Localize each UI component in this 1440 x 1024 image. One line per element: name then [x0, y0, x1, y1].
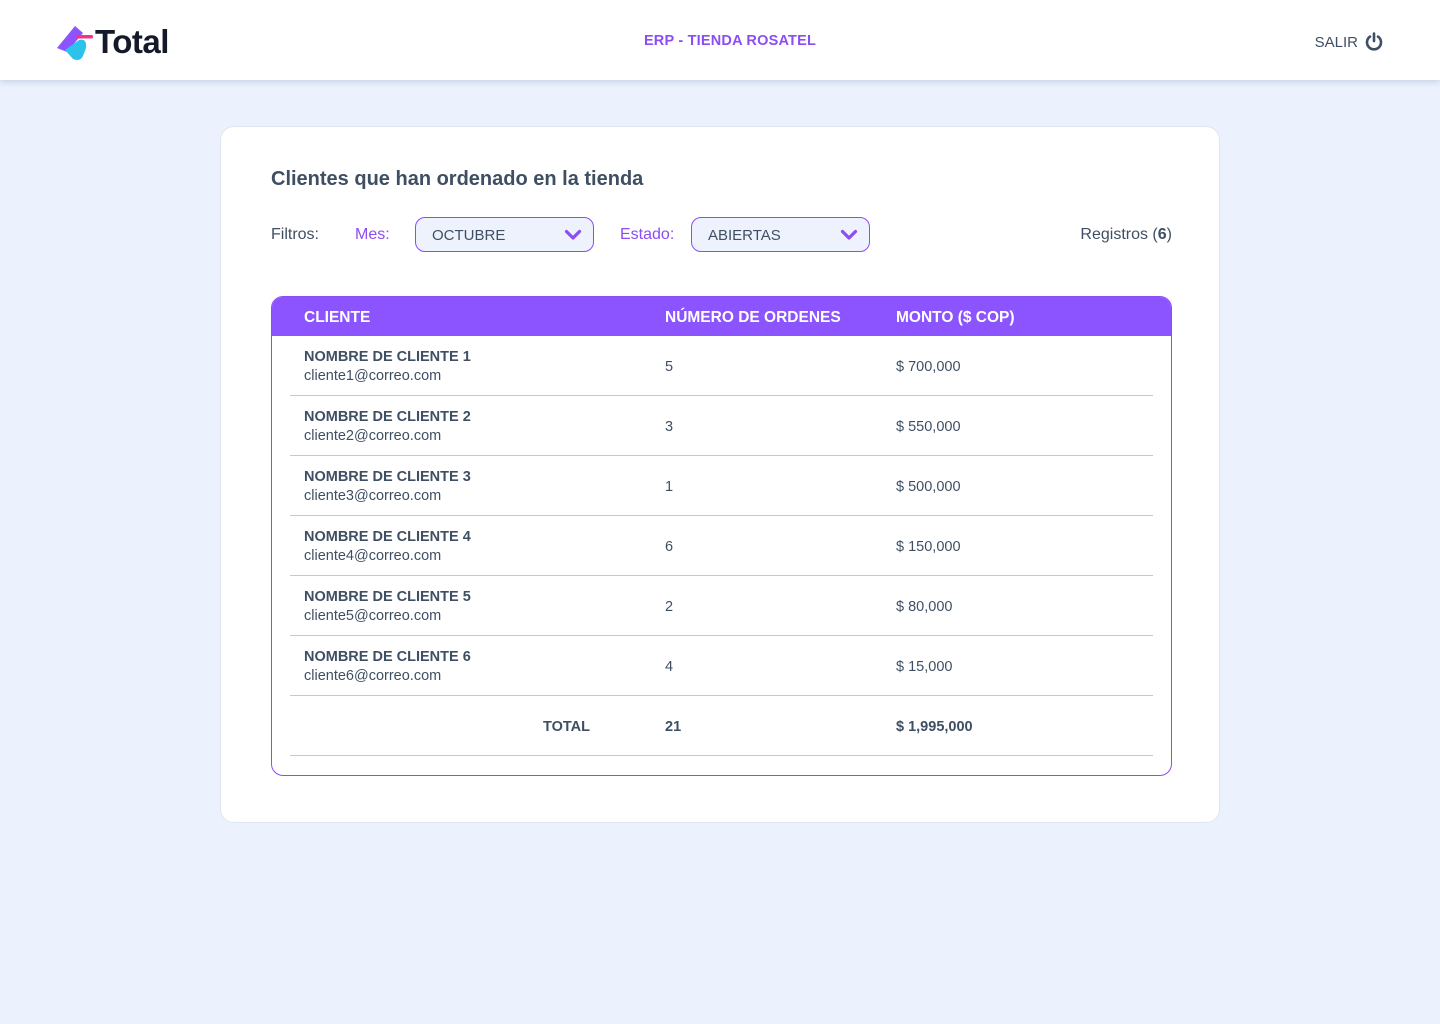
table-row[interactable]: NOMBRE DE CLIENTE 1 cliente1@correo.com …: [290, 336, 1153, 396]
app-title: ERP - TIENDA ROSATEL: [643, 33, 817, 49]
client-email: cliente1@correo.com: [304, 368, 442, 384]
table-row[interactable]: NOMBRE DE CLIENTE 4 cliente4@correo.com …: [290, 516, 1153, 576]
records-label-prefix: Registros (: [1080, 226, 1158, 243]
records-count: Registros (6): [1080, 226, 1172, 244]
client-name: NOMBRE DE CLIENTE 2: [304, 409, 471, 425]
client-email: cliente2@correo.com: [304, 428, 442, 444]
logout-button[interactable]: SALIR: [1315, 32, 1384, 52]
month-select-value: OCTUBRE: [432, 227, 506, 244]
order-amount: $ 500,000: [896, 479, 961, 495]
table-header: CLIENTE NÚMERO DE ORDENES MONTO ($ COP): [272, 297, 1171, 336]
order-amount: $ 15,000: [896, 659, 953, 675]
table-row[interactable]: NOMBRE DE CLIENTE 2 cliente2@correo.com …: [290, 396, 1153, 456]
table-row[interactable]: NOMBRE DE CLIENTE 3 cliente3@correo.com …: [290, 456, 1153, 516]
client-email: cliente5@correo.com: [304, 608, 442, 624]
total-row: TOTAL 21 $ 1,995,000: [290, 696, 1153, 756]
client-name: NOMBRE DE CLIENTE 5: [304, 589, 471, 605]
table-row[interactable]: NOMBRE DE CLIENTE 5 cliente5@correo.com …: [290, 576, 1153, 636]
client-email: cliente3@correo.com: [304, 488, 442, 504]
filters-label: Filtros:: [271, 226, 319, 243]
order-count: 4: [665, 659, 674, 675]
table-row[interactable]: NOMBRE DE CLIENTE 6 cliente6@correo.com …: [290, 636, 1153, 696]
order-amount: $ 550,000: [896, 419, 961, 435]
client-email: cliente6@correo.com: [304, 668, 442, 684]
page-title: Clientes que han ordenado en la tienda: [271, 168, 644, 190]
client-email: cliente4@correo.com: [304, 548, 442, 564]
client-name: NOMBRE DE CLIENTE 1: [304, 349, 471, 365]
total-amount: $ 1,995,000: [896, 719, 973, 735]
power-icon: [1365, 32, 1383, 51]
order-count: 5: [665, 359, 674, 375]
column-header-amount: MONTO ($ COP): [896, 309, 1015, 326]
client-name: NOMBRE DE CLIENTE 3: [304, 469, 471, 485]
month-select[interactable]: OCTUBRE: [415, 217, 594, 252]
status-select[interactable]: ABIERTAS: [691, 217, 870, 252]
status-select-value: ABIERTAS: [708, 227, 781, 244]
order-count: 6: [665, 539, 674, 555]
clients-card: Clientes que han ordenado en la tienda F…: [220, 126, 1220, 823]
column-header-orders: NÚMERO DE ORDENES: [665, 309, 841, 326]
order-count: 1: [665, 479, 674, 495]
order-amount: $ 700,000: [896, 359, 961, 375]
status-filter-label: Estado:: [620, 226, 675, 243]
clients-table: CLIENTE NÚMERO DE ORDENES MONTO ($ COP) …: [271, 296, 1172, 776]
client-name: NOMBRE DE CLIENTE 4: [304, 529, 471, 545]
chevron-down-icon: [840, 229, 858, 240]
order-amount: $ 150,000: [896, 539, 961, 555]
top-bar: Total ERP - TIENDA ROSATEL SALIR: [0, 0, 1440, 80]
chevron-down-icon: [564, 229, 582, 240]
logout-label: SALIR: [1314, 33, 1358, 51]
records-count-value: 6: [1157, 226, 1167, 243]
total-orders: 21: [665, 719, 682, 735]
filters-bar: Filtros: Mes: OCTUBRE Estado: ABIERTAS R…: [271, 217, 1172, 252]
column-header-client: CLIENTE: [304, 309, 371, 326]
records-label-suffix: ): [1166, 226, 1172, 243]
total-label: TOTAL: [543, 719, 590, 735]
order-count: 2: [665, 599, 674, 615]
order-amount: $ 80,000: [896, 599, 953, 615]
month-filter-label: Mes:: [355, 226, 390, 243]
order-count: 3: [665, 419, 674, 435]
client-name: NOMBRE DE CLIENTE 6: [304, 649, 471, 665]
